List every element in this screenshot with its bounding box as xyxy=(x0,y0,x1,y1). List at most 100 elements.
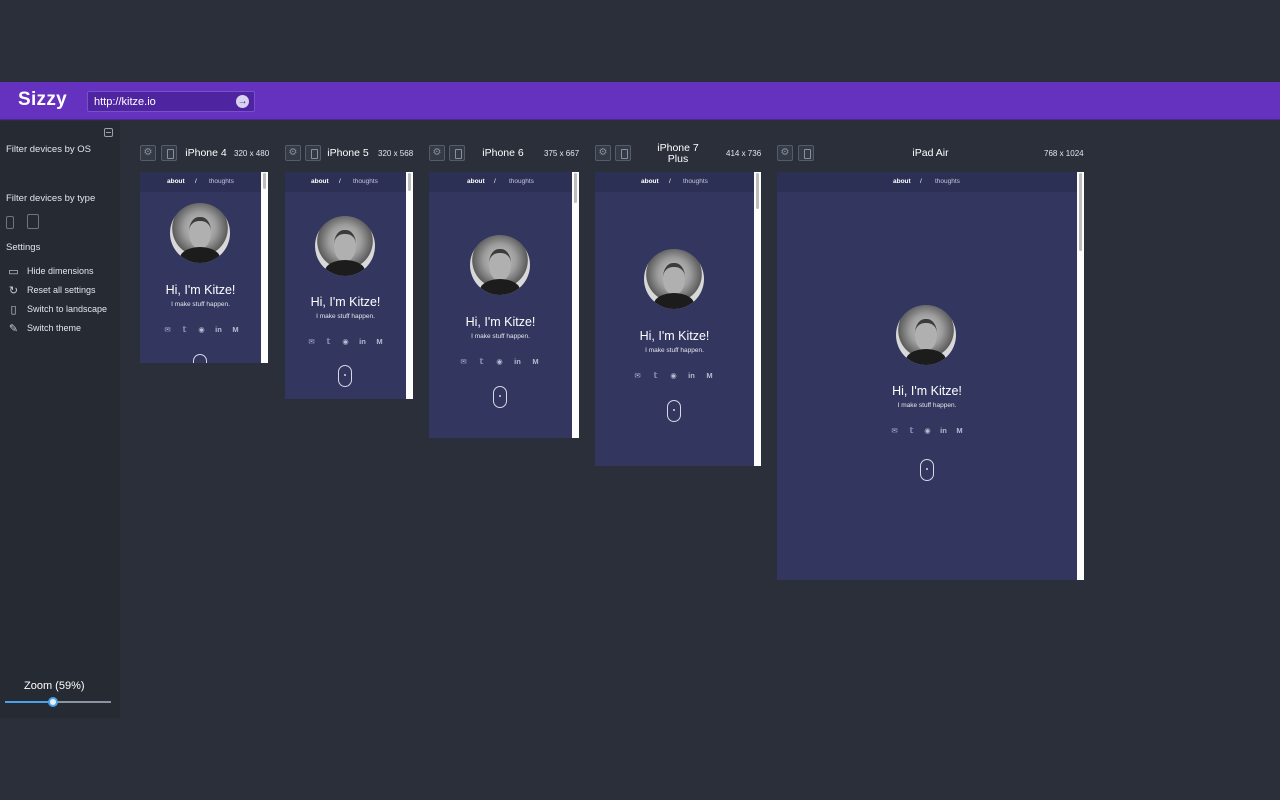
device-frame-ipad-air[interactable]: about / thoughts Hi, I'm Kitze! I make s… xyxy=(777,172,1084,580)
android-icon[interactable] xyxy=(33,166,49,182)
site-nav: about / thoughts xyxy=(777,172,1077,192)
scroll-mouse-icon xyxy=(338,365,352,387)
nav-about-link[interactable]: about xyxy=(311,178,329,185)
scroll-mouse-icon xyxy=(493,386,507,408)
nav-separator: / xyxy=(920,178,922,185)
frame-scrollbar[interactable] xyxy=(261,172,268,363)
frame-scrollbar[interactable] xyxy=(406,172,413,399)
tagline: I make stuff happen. xyxy=(645,347,704,354)
site-nav: about / thoughts xyxy=(285,172,406,192)
tagline: I make stuff happen. xyxy=(171,301,230,308)
github-icon[interactable]: ◉ xyxy=(197,325,206,334)
medium-icon[interactable]: M xyxy=(955,426,964,435)
linkedin-icon[interactable]: in xyxy=(687,371,696,380)
rotate-device-icon[interactable] xyxy=(449,145,465,161)
apple-icon[interactable] xyxy=(5,166,21,182)
twitter-icon[interactable]: 𝕥 xyxy=(324,337,333,346)
nav-separator: / xyxy=(339,178,341,185)
site-nav: about / thoughts xyxy=(429,172,572,192)
setting-label: Switch theme xyxy=(27,323,82,333)
phone-type-icon[interactable] xyxy=(6,216,14,229)
rotate-device-icon[interactable] xyxy=(161,145,177,161)
scrollbar-thumb[interactable] xyxy=(574,173,577,203)
scrollbar-thumb[interactable] xyxy=(756,173,759,209)
device-frame-iphone-5[interactable]: about / thoughts Hi, I'm Kitze! I make s… xyxy=(285,172,413,399)
setting-label: Hide dimensions xyxy=(27,266,94,276)
scrollbar-thumb[interactable] xyxy=(1079,173,1082,251)
github-icon[interactable]: ◉ xyxy=(669,371,678,380)
device-name: iPad Air xyxy=(912,147,949,159)
social-links: ✉ 𝕥 ◉ in M xyxy=(459,357,538,366)
rotate-device-icon[interactable] xyxy=(798,145,814,161)
linkedin-icon[interactable]: in xyxy=(939,426,948,435)
twitter-icon[interactable]: 𝕥 xyxy=(477,357,486,366)
twitter-icon[interactable]: 𝕥 xyxy=(180,325,189,334)
gear-icon[interactable]: ⚙ xyxy=(140,145,156,161)
go-arrow-icon[interactable]: → xyxy=(236,95,249,108)
email-icon[interactable]: ✉ xyxy=(307,337,316,346)
gear-icon[interactable]: ⚙ xyxy=(429,145,445,161)
refresh-icon: ↻ xyxy=(8,285,19,297)
zoom-slider-thumb[interactable] xyxy=(47,697,58,707)
linkedin-icon[interactable]: in xyxy=(513,357,522,366)
nav-thoughts-link[interactable]: thoughts xyxy=(209,178,234,185)
phone-icon: ▯ xyxy=(10,304,17,316)
email-icon[interactable]: ✉ xyxy=(459,357,468,366)
frame-scrollbar[interactable] xyxy=(754,172,761,466)
url-bar[interactable]: → xyxy=(87,91,255,112)
scrollbar-thumb[interactable] xyxy=(263,173,266,189)
tablet-type-icon[interactable] xyxy=(27,214,39,229)
github-icon[interactable]: ◉ xyxy=(495,357,504,366)
email-icon[interactable]: ✉ xyxy=(633,371,642,380)
email-icon[interactable]: ✉ xyxy=(890,426,899,435)
medium-icon[interactable]: M xyxy=(705,371,714,380)
rotate-device-icon[interactable] xyxy=(305,145,321,161)
gear-icon[interactable]: ⚙ xyxy=(595,145,611,161)
device-frame-iphone-4[interactable]: about / thoughts Hi, I'm Kitze! I make s… xyxy=(140,172,268,363)
gear-icon[interactable]: ⚙ xyxy=(777,145,793,161)
sidebar: Filter devices by OS Filter devices by t… xyxy=(0,121,120,718)
sizzy-app: Sizzy → Filter devices by OS Filter devi… xyxy=(0,0,1280,800)
top-bar: Sizzy → xyxy=(0,82,1280,120)
nav-about-link[interactable]: about xyxy=(893,178,911,185)
nav-about-link[interactable]: about xyxy=(467,178,485,185)
nav-about-link[interactable]: about xyxy=(167,178,185,185)
twitter-icon[interactable]: 𝕥 xyxy=(907,426,916,435)
setting-label: Switch to landscape xyxy=(27,304,108,314)
zoom-label: Zoom (59%) xyxy=(24,680,85,692)
avatar xyxy=(470,235,530,295)
gear-icon[interactable]: ⚙ xyxy=(285,145,301,161)
device-header-iphone-6: ⚙ iPhone 6 375 x 667 xyxy=(429,145,579,162)
nav-thoughts-link[interactable]: thoughts xyxy=(509,178,534,185)
tagline: I make stuff happen. xyxy=(471,333,530,340)
nav-thoughts-link[interactable]: thoughts xyxy=(683,178,708,185)
github-icon[interactable]: ◉ xyxy=(923,426,932,435)
avatar xyxy=(644,249,704,309)
frame-scrollbar[interactable] xyxy=(1077,172,1084,580)
collapse-sidebar-button[interactable] xyxy=(104,128,113,137)
device-frame-iphone-6[interactable]: about / thoughts Hi, I'm Kitze! I make s… xyxy=(429,172,579,438)
url-input[interactable] xyxy=(94,94,232,109)
linkedin-icon[interactable]: in xyxy=(358,337,367,346)
nav-thoughts-link[interactable]: thoughts xyxy=(353,178,378,185)
nav-about-link[interactable]: about xyxy=(641,178,659,185)
zoom-slider[interactable] xyxy=(5,697,111,707)
twitter-icon[interactable]: 𝕥 xyxy=(651,371,660,380)
settings-heading: Settings xyxy=(6,242,41,253)
frame-scrollbar[interactable] xyxy=(572,172,579,438)
medium-icon[interactable]: M xyxy=(375,337,384,346)
device-frame-iphone-7-plus[interactable]: about / thoughts Hi, I'm Kitze! I make s… xyxy=(595,172,761,466)
medium-icon[interactable]: M xyxy=(531,357,540,366)
device-dimensions: 768 x 1024 xyxy=(1044,149,1084,158)
scrollbar-thumb[interactable] xyxy=(408,173,411,191)
rotate-device-icon[interactable] xyxy=(615,145,631,161)
github-icon[interactable]: ◉ xyxy=(341,337,350,346)
nav-thoughts-link[interactable]: thoughts xyxy=(935,178,960,185)
scroll-mouse-icon xyxy=(193,354,207,363)
medium-icon[interactable]: M xyxy=(231,325,240,334)
avatar xyxy=(315,216,375,276)
linkedin-icon[interactable]: in xyxy=(214,325,223,334)
email-icon[interactable]: ✉ xyxy=(163,325,172,334)
setting-label: Reset all settings xyxy=(27,285,96,295)
greeting: Hi, I'm Kitze! xyxy=(310,295,381,309)
